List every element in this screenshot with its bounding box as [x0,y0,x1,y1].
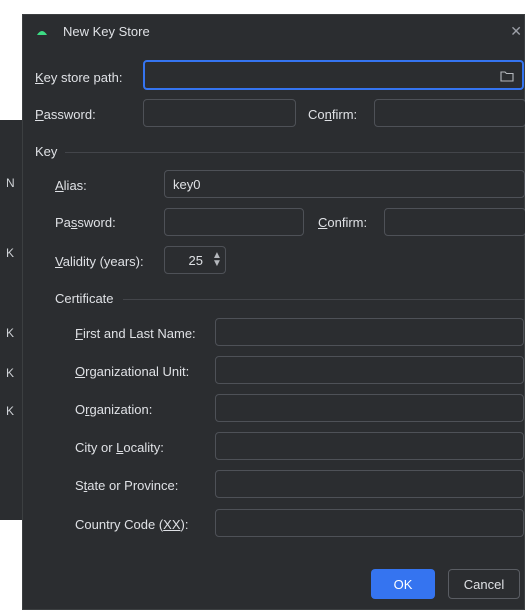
background-letter: N [6,176,15,190]
spinner-arrows-icon[interactable]: ▲ ▼ [209,251,225,269]
dialog-title-bar[interactable]: New Key Store ✕ [23,15,524,47]
certificate-field-input[interactable] [215,432,524,460]
keystore-password-input[interactable] [143,99,296,127]
certificate-field-input[interactable] [215,470,524,498]
dialog-title: New Key Store [63,24,150,39]
alias-label: Alias: [55,178,87,193]
close-icon[interactable]: ✕ [510,23,522,40]
certificate-field-label: City or Locality: [75,440,164,455]
certificate-section-separator [123,299,525,300]
key-section-separator [65,152,525,153]
background-letter: K [6,366,15,380]
keystore-path-label: Key store path: [35,70,123,85]
key-password-input[interactable] [164,208,304,236]
key-section-label: Key [35,144,58,159]
key-password-label: Password: [55,215,116,230]
validity-value[interactable]: 25 [165,253,209,268]
certificate-field-label: First and Last Name: [75,326,196,341]
certificate-field-input[interactable] [215,509,524,537]
certificate-section-label: Certificate [55,291,114,306]
background-letter: K [6,326,15,340]
keystore-password-label: Password: [35,107,96,122]
certificate-field-input[interactable] [215,356,524,384]
folder-icon[interactable] [500,70,514,82]
cancel-button[interactable]: Cancel [448,569,520,599]
validity-spinner[interactable]: 25 ▲ ▼ [164,246,226,274]
alias-input[interactable] [164,170,525,198]
ok-button[interactable]: OK [371,569,435,599]
background-ide-strip: N K K K K [0,0,22,610]
background-letter: K [6,404,15,418]
background-letter: K [6,246,15,260]
keystore-confirm-input[interactable] [374,99,525,127]
certificate-field-label: Organization: [75,402,153,417]
certificate-field-input[interactable] [215,394,524,422]
validity-label: Validity (years): [55,254,144,269]
certificate-field-label: Country Code (XX): [75,517,189,532]
certificate-field-label: Organizational Unit: [75,364,190,379]
certificate-field-input[interactable] [215,318,524,346]
key-confirm-label: Confirm: [318,215,368,230]
certificate-field-label: State or Province: [75,478,179,493]
android-studio-icon [37,31,47,35]
key-confirm-input[interactable] [384,208,525,236]
keystore-confirm-label: Confirm: [308,107,358,122]
keystore-path-input[interactable] [143,60,524,90]
new-key-store-dialog: New Key Store ✕ Key store path: Password… [22,14,525,610]
